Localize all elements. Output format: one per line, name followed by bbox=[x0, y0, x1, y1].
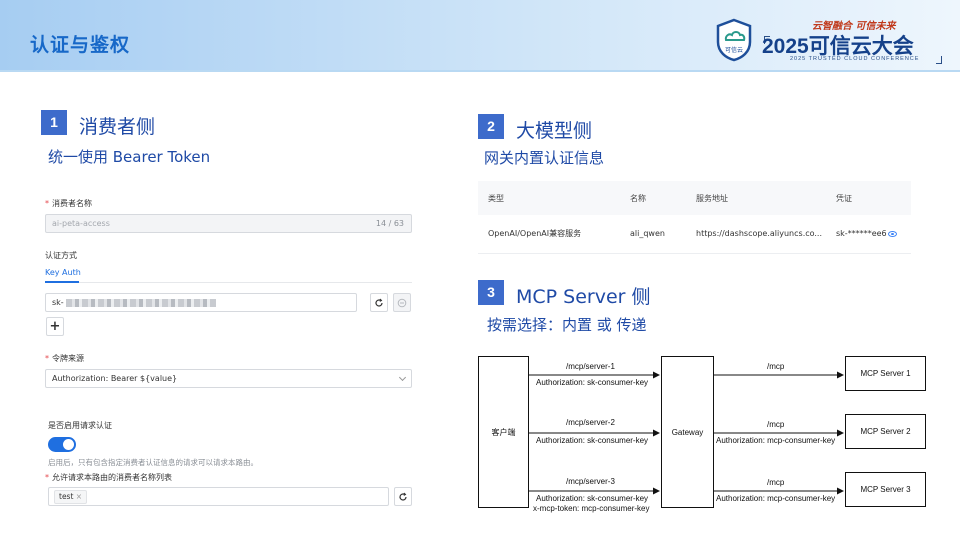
route-path-label: /mcp bbox=[767, 362, 785, 372]
client-box: 客户端 bbox=[478, 356, 529, 508]
route-path-label: /mcp/server-1 bbox=[566, 362, 615, 372]
route-path-label: /mcp/server-2 bbox=[566, 418, 615, 428]
mcp-server-box: MCP Server 2 bbox=[845, 414, 926, 449]
auth-header-label: Authorization: mcp-consumer-key bbox=[716, 494, 836, 504]
route-path-label: /mcp/server-3 bbox=[566, 477, 615, 487]
route-path-label: /mcp bbox=[767, 420, 785, 430]
route-path-label: /mcp bbox=[767, 478, 785, 488]
auth-header-label: Authorization: mcp-consumer-key bbox=[716, 436, 836, 446]
auth-header-label: Authorization: sk-consumer-key bbox=[536, 436, 649, 446]
mcp-server-box: MCP Server 1 bbox=[845, 356, 926, 391]
auth-header-label: Authorization: sk-consumer-key bbox=[536, 378, 649, 388]
auth-header-label: Authorization: sk-consumer-key bbox=[536, 494, 649, 504]
gateway-box: Gateway bbox=[661, 356, 714, 508]
mcp-server-box: MCP Server 3 bbox=[845, 472, 926, 507]
mcp-token-label: x-mcp-token: mcp-consumer-key bbox=[533, 504, 650, 514]
